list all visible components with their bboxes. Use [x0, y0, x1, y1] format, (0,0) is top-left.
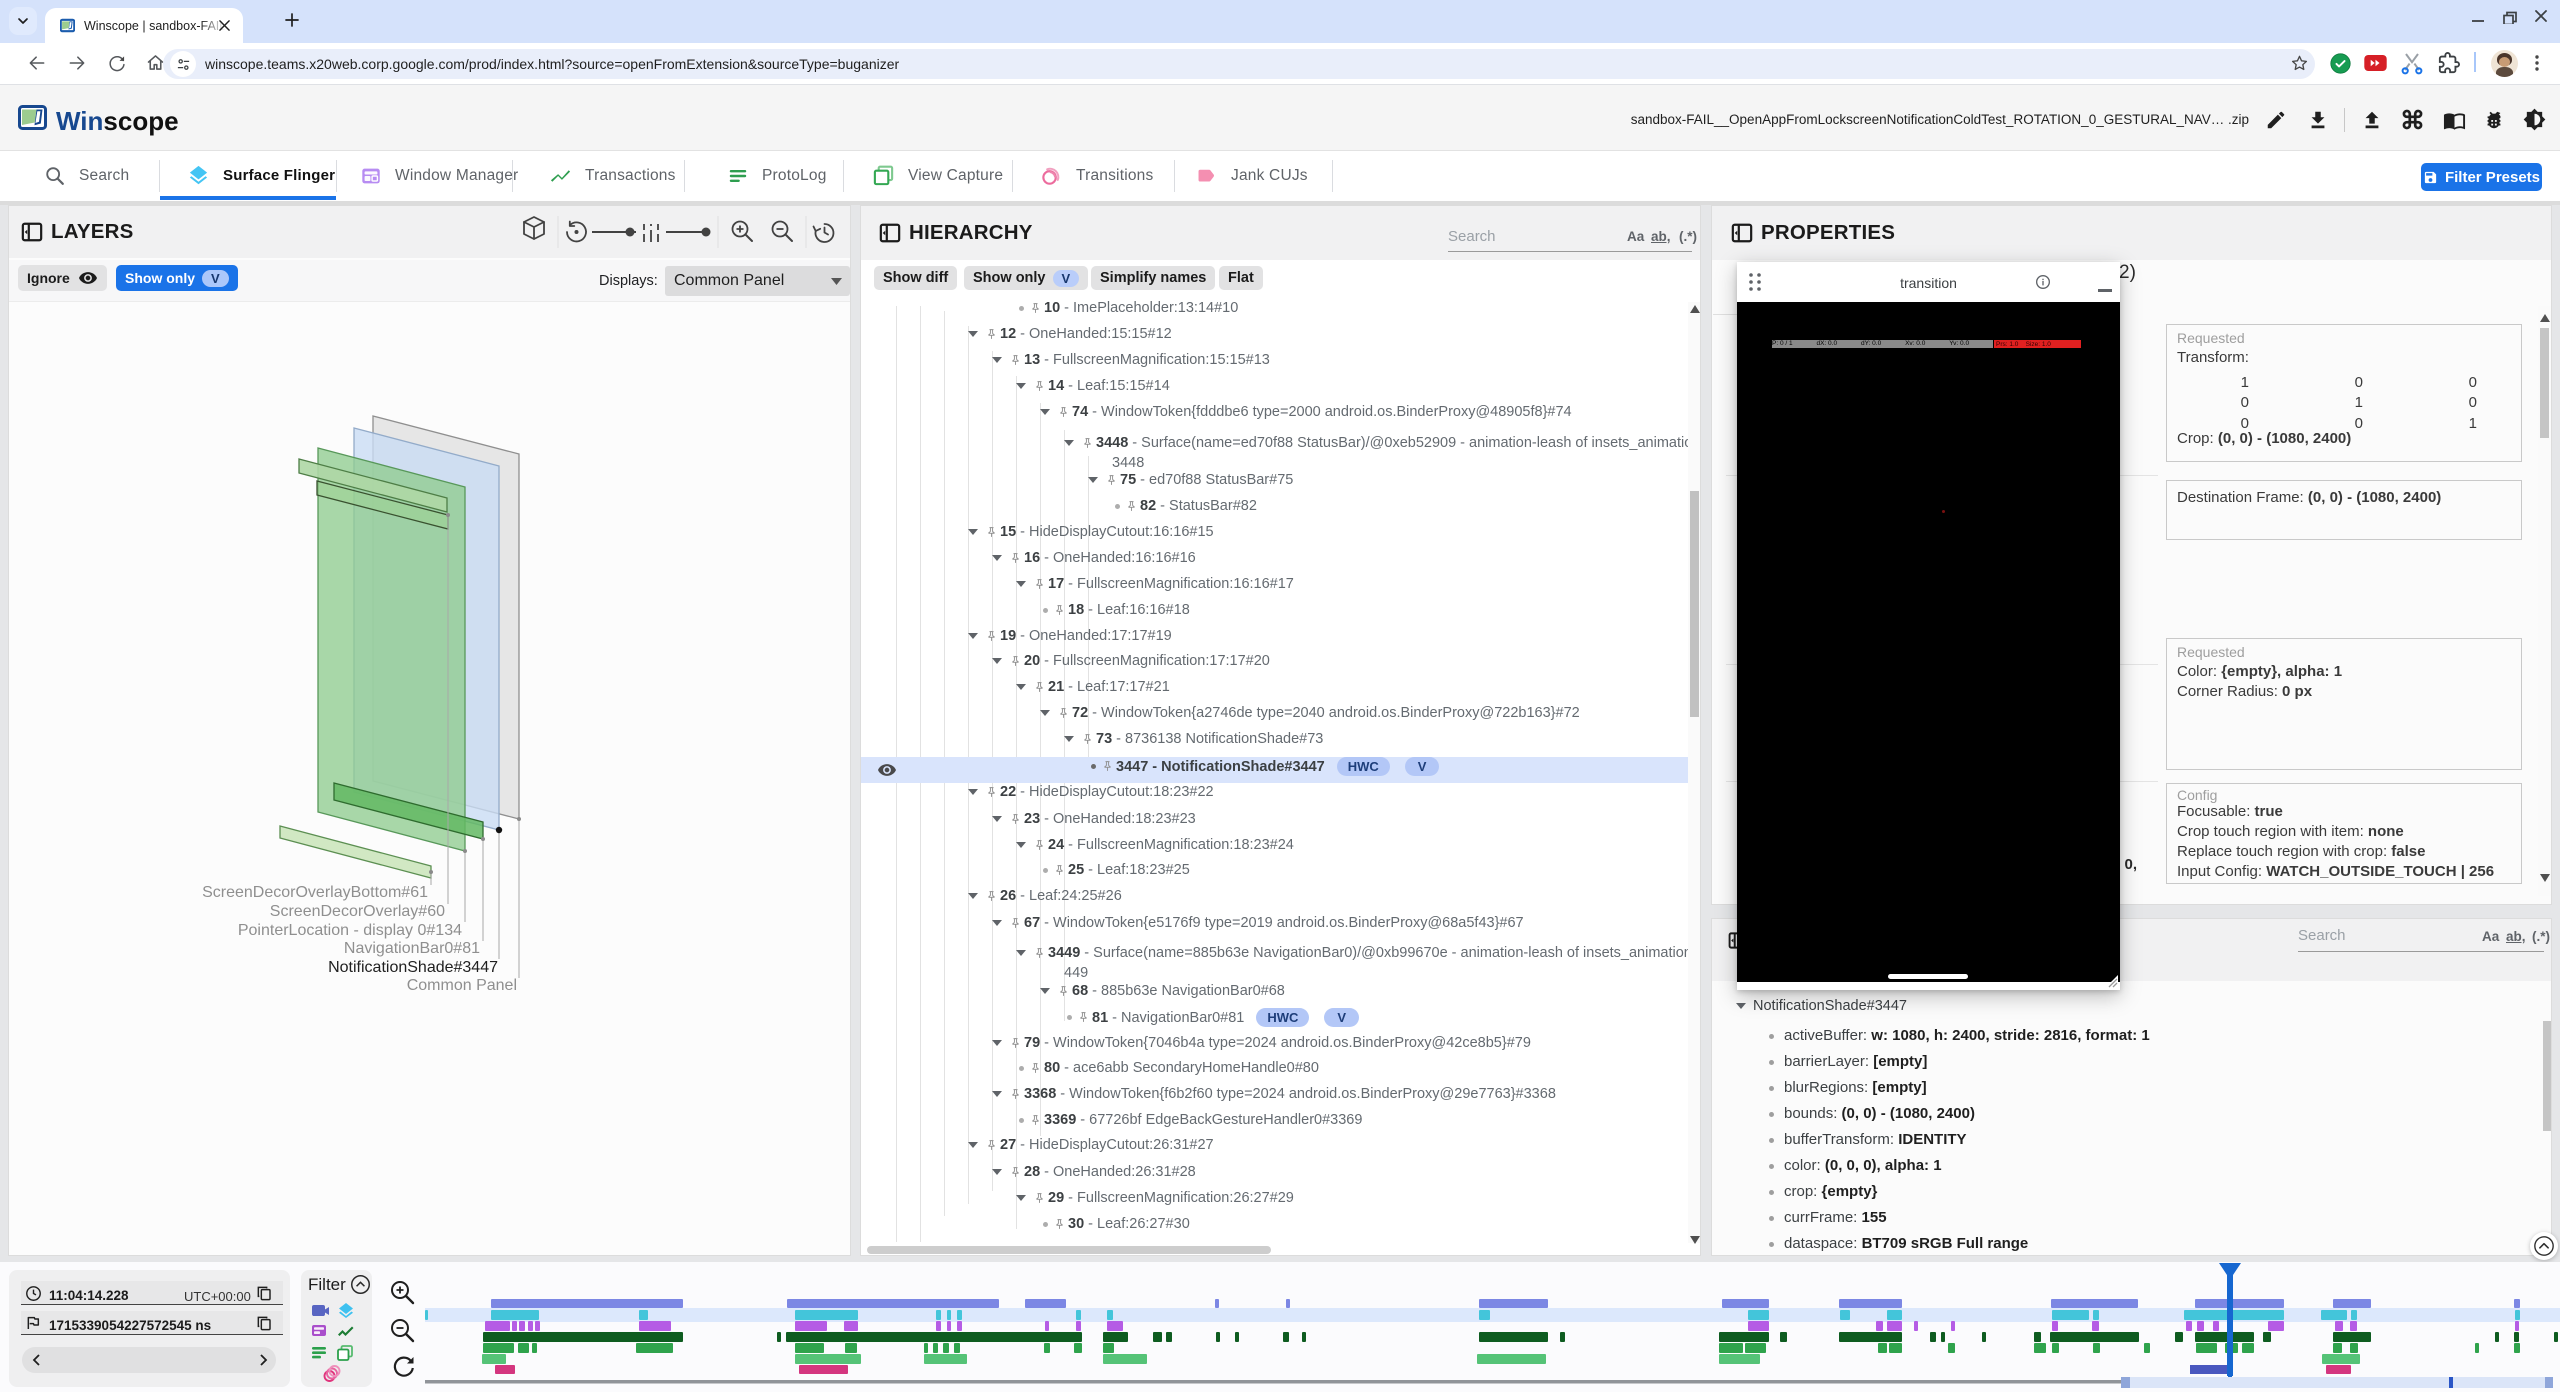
svg-text:NotificationShade#3447: NotificationShade#3447 — [328, 959, 498, 976]
svg-text:ScreenDecorOverlayBottom#61: ScreenDecorOverlayBottom#61 — [202, 884, 428, 901]
svg-text:NavigationBar0#81: NavigationBar0#81 — [344, 940, 480, 957]
svg-text:ScreenDecorOverlay#60: ScreenDecorOverlay#60 — [270, 903, 445, 920]
svg-text:Common Panel: Common Panel — [407, 977, 517, 994]
svg-text:PointerLocation - display 0#13: PointerLocation - display 0#134 — [238, 922, 462, 939]
